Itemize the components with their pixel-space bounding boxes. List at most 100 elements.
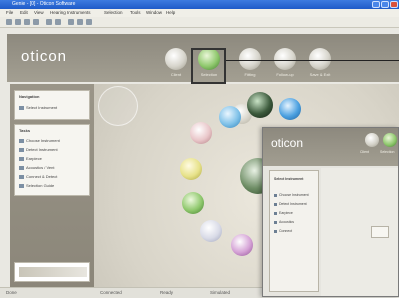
tasks-box: Tasks Choose Instrument Detect Instrumen… [14, 124, 90, 196]
inset-item-icon [274, 193, 277, 197]
inset-item[interactable]: Earpiece [274, 211, 293, 215]
inset-item-label: Connect [279, 229, 293, 233]
left-panel: Navigation Select Instrument Tasks Choos… [10, 84, 94, 289]
inset-card [371, 226, 389, 238]
inset-item-label: Earpiece [279, 211, 293, 215]
task-icon [19, 165, 24, 170]
task-label: Acoustics / Vent [26, 165, 55, 170]
menu-file[interactable]: File [6, 10, 13, 15]
title-bar: Genie - [0] - Oticon Software [0, 0, 399, 9]
navigation-title: Navigation [19, 94, 40, 99]
inset-item-icon [274, 202, 277, 206]
task-icon [19, 138, 24, 143]
status-card-graphic [19, 267, 87, 277]
inset-client-nav-button[interactable] [365, 133, 379, 147]
instrument-orb-pink[interactable] [190, 122, 212, 144]
instrument-orb-lilac[interactable] [200, 220, 222, 242]
follow-up-nav-button[interactable] [274, 48, 296, 70]
inset-item[interactable]: Choose Instrument [274, 193, 309, 197]
fitting-nav-label: Fitting [244, 72, 256, 77]
inset-selection-label: Selection [380, 150, 395, 154]
instrument-orb-dark[interactable] [247, 92, 273, 118]
status-card [14, 262, 90, 282]
inset-item-label: Detect Instrument [279, 202, 307, 206]
task-item[interactable]: Selection Guide [19, 183, 54, 188]
maximize-button[interactable] [381, 1, 389, 8]
inset-item[interactable]: Acoustics [274, 220, 294, 224]
inset-item[interactable]: Select Instrument [274, 177, 303, 181]
fitting-nav-button[interactable] [239, 48, 261, 70]
inset-item-icon [274, 211, 277, 215]
instrument-orb-purple[interactable] [231, 234, 253, 256]
window-title: Genie - [0] - Oticon Software [12, 1, 76, 7]
minimize-button[interactable] [372, 1, 380, 8]
connect-icon[interactable] [68, 19, 74, 25]
instrument-orb-blue[interactable] [219, 106, 241, 128]
menu-selection[interactable]: Selection [104, 10, 123, 15]
task-icon [19, 156, 24, 161]
program-icon[interactable] [77, 19, 83, 25]
status-text: Connected [100, 290, 122, 295]
inset-item-label: Choose Instrument [279, 193, 309, 197]
back-icon[interactable] [46, 19, 52, 25]
save-icon[interactable] [24, 19, 30, 25]
save-exit-nav-label: Save & Exit [309, 72, 331, 77]
inset-item[interactable]: Detect Instrument [274, 202, 307, 206]
task-icon [19, 183, 24, 188]
task-label: Detect Instrument [26, 147, 58, 152]
toolbar [0, 17, 399, 28]
instrument-orb-green[interactable] [182, 192, 204, 214]
inset-client-label: Client [360, 150, 369, 154]
task-label: Connect & Detect [26, 174, 58, 179]
menu-instruments[interactable]: Hearing Instruments [50, 10, 91, 15]
inset-item[interactable]: Connect [274, 229, 292, 233]
inset-header: oticon Client Selection [263, 128, 398, 166]
client-nav-label: Client [170, 72, 182, 77]
navigation-box: Navigation Select Instrument [14, 90, 90, 120]
callout-line [226, 60, 399, 61]
task-item[interactable]: Earpiece [19, 156, 42, 161]
inset-selection-nav-button[interactable] [383, 133, 397, 147]
menu-view[interactable]: View [34, 10, 44, 15]
instrument-orb-yellow[interactable] [180, 158, 202, 180]
new-icon[interactable] [6, 19, 12, 25]
forward-icon[interactable] [55, 19, 61, 25]
oticon-logo: oticon [21, 48, 68, 65]
task-label: Selection Guide [26, 183, 55, 188]
inset-item-label: Acoustics [279, 220, 294, 224]
menu-edit[interactable]: Edit [20, 10, 28, 15]
help-icon[interactable] [86, 19, 92, 25]
menu-window[interactable]: Window [146, 10, 162, 15]
task-item[interactable]: Choose Instrument [19, 138, 60, 143]
print-icon[interactable] [33, 19, 39, 25]
open-icon[interactable] [15, 19, 21, 25]
tasks-title: Tasks [19, 128, 31, 133]
nav-item-select-instrument[interactable]: Select Instrument [19, 105, 57, 110]
task-label: Choose Instrument [26, 138, 60, 143]
save-exit-nav-button[interactable] [309, 48, 331, 70]
task-item[interactable]: Acoustics / Vent [19, 165, 54, 170]
inset-screenshot: oticon Client Selection Select Instrumen… [262, 127, 399, 297]
inset-main-area [321, 168, 398, 296]
status-text: Simulated [210, 290, 231, 295]
decorative-ring [98, 86, 138, 126]
inset-item-icon [274, 220, 277, 224]
menu-help[interactable]: Help [166, 10, 175, 15]
status-text: Ready [160, 290, 174, 295]
task-item[interactable]: Detect Instrument [19, 147, 58, 152]
selection-highlight-box [191, 48, 226, 84]
task-icon [19, 147, 24, 152]
inset-item-icon [274, 229, 277, 233]
inset-left-panel: Select Instrument Choose Instrument Dete… [269, 170, 319, 292]
task-icon [19, 174, 24, 179]
instrument-orb-blue2[interactable] [279, 98, 301, 120]
close-button[interactable] [390, 1, 398, 8]
task-label: Earpiece [26, 156, 42, 161]
menu-tools[interactable]: Tools [130, 10, 141, 15]
instrument-icon [19, 105, 24, 110]
status-text: Done [6, 290, 17, 295]
client-nav-button[interactable] [165, 48, 187, 70]
inset-item-label: Select Instrument [274, 177, 304, 181]
task-item[interactable]: Connect & Detect [19, 174, 57, 179]
inset-oticon-logo: oticon [271, 136, 304, 150]
